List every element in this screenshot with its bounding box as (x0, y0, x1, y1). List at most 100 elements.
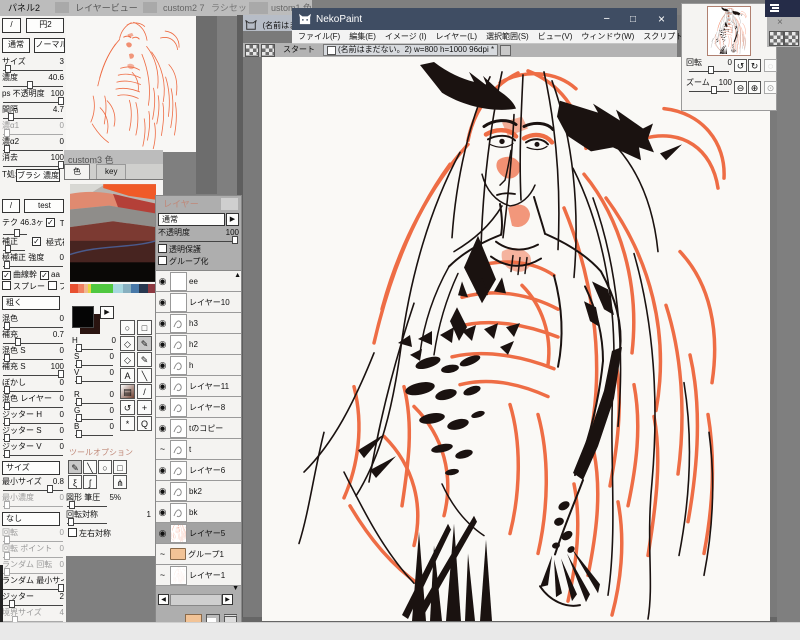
pattern-icon[interactable] (261, 43, 275, 57)
layer-row[interactable]: ~ t (156, 439, 241, 460)
visibility-eye-icon[interactable]: ◉ (157, 339, 168, 350)
refill-s-slider[interactable] (3, 370, 65, 378)
s-slider[interactable] (75, 360, 113, 368)
texture-slider[interactable] (3, 229, 27, 237)
shape-spline-icon[interactable]: ʃ (83, 475, 97, 489)
h-slider[interactable] (75, 344, 113, 352)
shape-circle-icon[interactable]: ○ (98, 460, 112, 474)
layer-blend-expand-button[interactable]: ▶ (226, 213, 239, 226)
shape-pressure-slider[interactable] (67, 501, 107, 509)
layer-row[interactable]: ◉ h (156, 355, 241, 376)
tab-extra-button[interactable] (500, 44, 512, 56)
layer-view-scroll-strip[interactable] (196, 16, 217, 194)
rotate-view-tool-icon[interactable]: ↺ (120, 400, 135, 415)
visibility-eye-icon[interactable]: ~ (157, 570, 168, 580)
brush-tool-icon[interactable]: ✎ (137, 336, 152, 351)
canvas-artwork[interactable] (262, 57, 770, 621)
symmetry-slider[interactable] (67, 518, 107, 526)
panel2-collapse-button[interactable] (55, 2, 69, 13)
r-slider[interactable] (75, 398, 113, 406)
rotation-slider[interactable] (3, 536, 63, 544)
layer-row[interactable]: ◉ レイヤー8 (156, 397, 241, 418)
background-window-titlebar[interactable]: (名前はまだ (243, 15, 292, 31)
visibility-eye-icon[interactable]: ◉ (157, 381, 168, 392)
mix-slider[interactable] (3, 322, 63, 330)
jitter-slider[interactable] (3, 600, 63, 608)
zoom-tool-icon[interactable]: Q (137, 416, 152, 431)
layer-row[interactable]: ◉ bk2 (156, 481, 241, 502)
document-tab[interactable]: (名前はまだない。2) w=800 h=1000 96dpi * (323, 44, 499, 56)
texture-name-button[interactable]: test (24, 199, 65, 213)
rotate-ccw-button[interactable]: ↺ (734, 59, 747, 72)
aa-checkbox[interactable]: ✓ (40, 271, 49, 280)
menu-window[interactable]: ウィンドウ(W) (581, 31, 634, 42)
brush-shape-button[interactable]: 円2 (26, 18, 65, 33)
menu-script[interactable]: スクリプト (643, 31, 683, 42)
jitter-s-slider[interactable] (3, 434, 63, 442)
alpha1-slider[interactable] (3, 129, 63, 137)
color-palette[interactable] (70, 184, 156, 282)
b-slider[interactable] (75, 430, 113, 438)
layer-row[interactable]: ◉ h2 (156, 334, 241, 355)
visibility-eye-icon[interactable]: ◉ (157, 402, 168, 413)
zoom-in-button[interactable]: ⊕ (748, 81, 761, 94)
refill-slider[interactable] (3, 338, 63, 346)
taskbar[interactable] (0, 622, 800, 640)
layer-row[interactable]: ~ レイヤー1 (156, 565, 241, 586)
none-category-button[interactable]: なし (2, 512, 60, 526)
maximize-button[interactable]: □ (620, 14, 646, 25)
visibility-eye-icon[interactable]: ◉ (157, 486, 168, 497)
min-density-slider[interactable] (3, 501, 63, 509)
visibility-eye-icon[interactable]: ◉ (157, 423, 168, 434)
shape-curve-icon[interactable]: ξ (68, 475, 82, 489)
close-button[interactable]: × (646, 12, 677, 26)
eraser-tool-icon[interactable]: ◇ (120, 336, 135, 351)
spacing-slider[interactable] (3, 113, 63, 121)
layers-panel-button[interactable] (221, 198, 238, 210)
pattern-icon[interactable] (784, 31, 799, 46)
navigator-thumbnail[interactable] (707, 6, 751, 56)
custom1-collapse-button[interactable] (249, 2, 268, 14)
jitter-h-slider[interactable] (3, 418, 63, 426)
alpha2-slider[interactable] (3, 145, 63, 153)
menu-select[interactable]: 選択範囲(S) (486, 31, 529, 42)
layer-row[interactable]: ◉ レイヤー6 (156, 460, 241, 481)
visibility-eye-icon[interactable]: ◉ (157, 528, 168, 539)
visibility-eye-icon[interactable]: ◉ (157, 297, 168, 308)
mirror-checkbox[interactable] (68, 528, 77, 537)
stabilize-checkbox[interactable]: ✓ (32, 237, 41, 246)
move-tool-icon[interactable]: + (137, 400, 152, 415)
visibility-eye-icon[interactable]: ~ (157, 549, 168, 559)
shape-polyline-icon[interactable]: ⋔ (113, 475, 127, 489)
brush-circle-checkbox[interactable] (48, 281, 57, 290)
select-rect-tool-icon[interactable]: □ (137, 320, 152, 335)
pattern-icon[interactable] (769, 31, 784, 46)
start-tab[interactable]: スタート (277, 44, 321, 56)
size-category-button[interactable]: サイズ (2, 461, 60, 475)
strong-correction-slider[interactable] (3, 261, 63, 269)
rotation-nav-slider[interactable] (689, 66, 729, 74)
brush-slot-button[interactable]: / (2, 18, 21, 33)
h-scrollbar[interactable] (170, 594, 222, 606)
zoom-reset-button[interactable]: ⊙ (764, 81, 777, 94)
mix-layer-slider[interactable] (3, 402, 63, 410)
menu-layer[interactable]: レイヤー(L) (436, 31, 478, 42)
rotation-point-slider[interactable] (3, 552, 63, 560)
menu-file[interactable]: ファイル(F) (298, 31, 340, 42)
min-size-slider[interactable] (3, 485, 63, 493)
layer-row[interactable]: ◉ h3 (156, 313, 241, 334)
brush-soft-tool-icon[interactable]: ✎ (137, 352, 152, 367)
v-slider[interactable] (75, 376, 113, 384)
blur-slider[interactable] (3, 386, 63, 394)
visibility-eye-icon[interactable]: ◉ (157, 360, 168, 371)
panel-close-icon[interactable]: × (777, 17, 783, 28)
layer-row-selected[interactable]: ◉ レイヤー5 (156, 523, 241, 544)
zoom-nav-slider[interactable] (689, 86, 729, 94)
scroll-up-icon[interactable]: ▲ (234, 272, 241, 279)
layer-row[interactable]: ◉ bk (156, 502, 241, 523)
rotate-cw-button[interactable]: ↻ (748, 59, 761, 72)
gradient-tool-icon[interactable]: ▤ (120, 384, 135, 399)
layer-blend-select[interactable]: 通常 (158, 213, 225, 226)
visibility-eye-icon[interactable]: ◉ (157, 465, 168, 476)
layer-row[interactable]: ◉ tのコピー (156, 418, 241, 439)
